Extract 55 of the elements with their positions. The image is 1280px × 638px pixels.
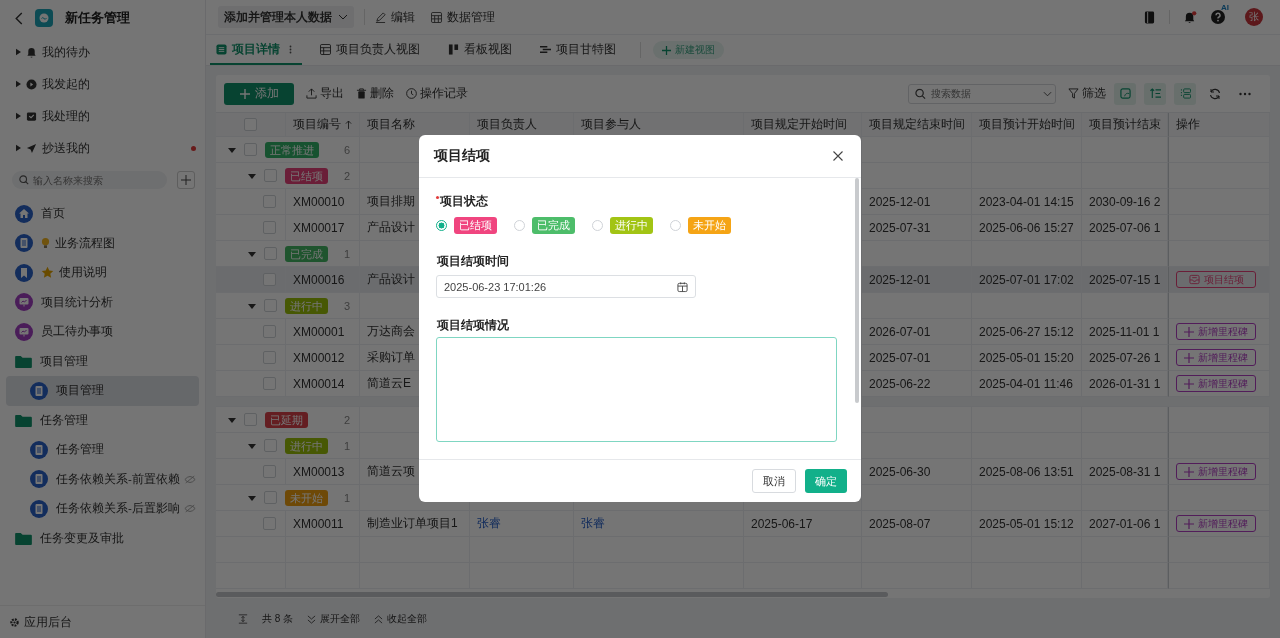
field-label: 项目结项时间 [437,254,509,269]
table-cell: XM00016 [286,267,360,293]
table-cell: XM00011 [286,511,360,537]
table-cell: XM00001 [286,319,360,345]
status-tag: 进行中 [285,297,328,314]
column-header: 项目规定开始时间 [751,117,847,132]
dialog-title: 项目结项 [434,147,490,165]
table-cell: 制造业订单项目1 [360,511,470,537]
column-header: 项目预计结束 [1089,117,1161,132]
table-cell: XM00010 [286,189,360,215]
table-cell: 2025-06-30 [862,459,972,485]
status-tag: 已延期 [265,411,308,428]
status-tag: 进行中 [285,437,328,454]
table-cell: 2025-08-06 13:51 [972,459,1082,485]
status-tag: 已完成 [285,245,328,262]
status-tag: 已完成 [532,217,575,234]
table-cell: 2025-07-15 1 [1082,267,1168,293]
table-cell: 2025-05-01 15:12 [972,511,1082,537]
table-cell: 2025-08-31 1 [1082,459,1168,485]
table-cell: 2025-11-01 1 [1082,319,1168,345]
table-cell: 2030-09-16 2 [1082,189,1168,215]
table-cell: XM00013 [286,459,360,485]
column-header: 项目参与人 [581,117,641,132]
table-cell: XM00017 [286,215,360,241]
table-cell: 2025-06-27 15:12 [972,319,1082,345]
record-count: 共 8 条 [262,612,294,626]
table-cell: 2025-06-17 [744,511,862,537]
table-cell: 2025-05-01 15:20 [972,345,1082,371]
table-cell: 2025-12-01 [862,267,972,293]
table-cell: 2025-07-26 1 [1082,345,1168,371]
status-tag: 未开始 [688,217,731,234]
table-cell: 2025-07-06 1 [1082,215,1168,241]
status-tag: 已结项 [454,217,497,234]
column-header: 项目规定结束时间 [869,117,965,132]
ai-label: AI [1221,3,1229,12]
column-header: 项目编号 [293,117,341,132]
table-cell: 2025-07-01 17:02 [972,267,1082,293]
status-tag: 未开始 [285,489,328,506]
status-tag: 进行中 [610,217,653,234]
app-title: 新任务管理 [65,9,130,27]
column-header: 项目名称 [367,117,415,132]
table-cell: 2025-07-01 [862,345,972,371]
table-cell: 2025-06-06 15:27 [972,215,1082,241]
status-tag: 已结项 [285,167,328,184]
table-cell: 2026-07-01 [862,319,972,345]
table-cell: XM00012 [286,345,360,371]
table-cell: 2027-01-06 1 [1082,511,1168,537]
table-cell: 2023-04-01 14:15 [972,189,1082,215]
table-cell: 2025-08-07 [862,511,972,537]
column-header: 项目负责人 [477,117,537,132]
column-header: 项目预计开始时间 [979,117,1075,132]
table-cell: 2025-12-01 [862,189,972,215]
column-header: 操作 [1176,117,1200,132]
table-cell: 2025-07-31 [862,215,972,241]
status-tag: 正常推进 [265,141,319,158]
